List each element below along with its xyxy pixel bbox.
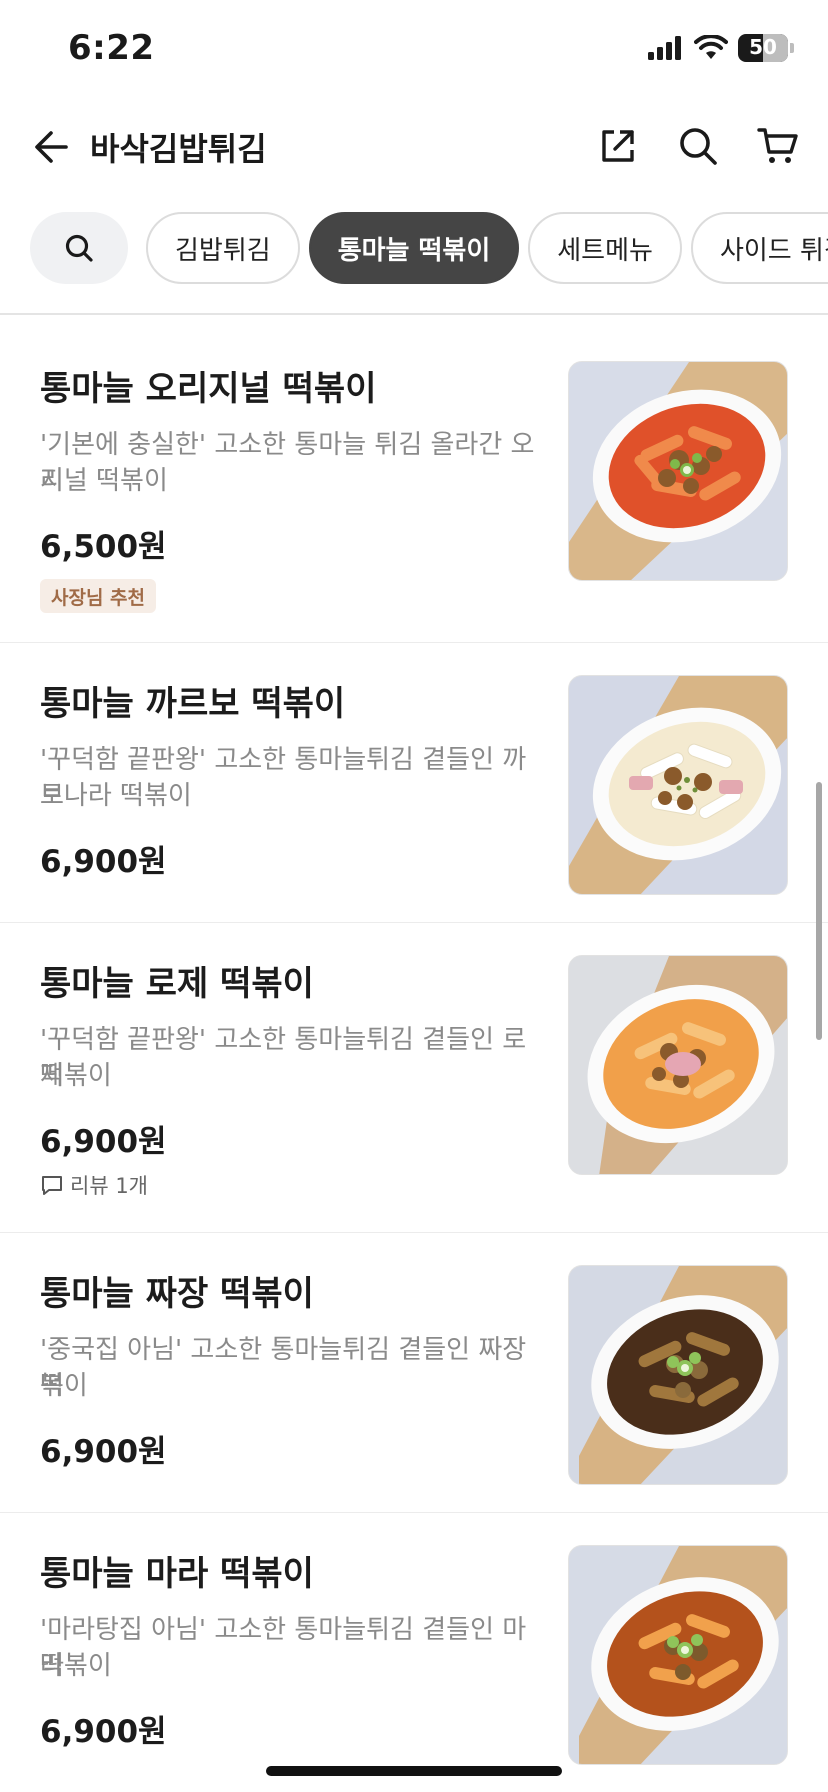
menu-item-price: 6,900원 xyxy=(40,1714,167,1750)
menu-item-photo xyxy=(568,955,788,1175)
scrollbar[interactable] xyxy=(816,782,822,1040)
menu-item-name: 통마늘 짜장 떡볶이 xyxy=(40,1274,314,1314)
menu-item-price: 6,900원 xyxy=(40,1124,167,1160)
search-icon xyxy=(65,234,93,262)
recommend-badge: 사장님 추천 xyxy=(40,579,157,613)
menu-item[interactable]: 통마늘 로제 떡볶이 '꾸덕함 끝판왕' 고소한 통마늘튀김 곁들인 로제 떡볶… xyxy=(0,923,828,1233)
menu-list: 통마늘 오리지널 떡볶이 '기본에 충실한' 고소한 통마늘 튀김 올라간 오리… xyxy=(0,315,828,1792)
category-track: 김밥튀김 통마늘 떡볶이 세트메뉴 사이드 튀김 xyxy=(30,212,828,286)
battery-icon: 50 xyxy=(738,34,788,62)
menu-item[interactable]: 통마늘 까르보 떡볶이 '꾸덕함 끝판왕' 고소한 통마늘튀김 곁들인 까르 보… xyxy=(0,643,828,923)
menu-item-desc-line2: 볶이 xyxy=(40,1371,88,1401)
search-button[interactable] xyxy=(672,120,724,172)
menu-item-photo xyxy=(568,675,788,895)
status-time: 6:22 xyxy=(68,28,155,68)
cellular-signal-icon xyxy=(648,36,681,60)
status-icons: 50 xyxy=(648,34,794,62)
menu-item-name: 통마늘 오리지널 떡볶이 xyxy=(40,369,377,409)
tteokbokki-jjajang-image xyxy=(569,1266,787,1484)
review-count[interactable]: 리뷰 1개 xyxy=(40,1170,148,1200)
menu-item-price: 6,500원 xyxy=(40,529,167,565)
comment-icon xyxy=(42,1176,62,1195)
tab-side-fried[interactable]: 사이드 튀김 xyxy=(690,212,828,284)
wifi-icon xyxy=(694,35,728,59)
battery-level: 50 xyxy=(749,35,777,59)
menu-item-desc-line2: 떡볶이 xyxy=(40,1061,112,1091)
menu-item-name: 통마늘 까르보 떡볶이 xyxy=(40,684,346,724)
menu-item-price: 6,900원 xyxy=(40,1434,167,1470)
menu-item-photo xyxy=(568,1265,788,1485)
tteokbokki-carbonara-image xyxy=(569,676,787,894)
tteokbokki-original-image xyxy=(569,362,787,580)
status-bar: 6:22 50 xyxy=(0,0,828,100)
tteokbokki-rose-image xyxy=(569,956,787,1174)
menu-item-desc-line2: 보나라 떡볶이 xyxy=(40,781,192,811)
menu-item-photo xyxy=(568,361,788,581)
menu-item-photo xyxy=(568,1545,788,1765)
menu-item[interactable]: 통마늘 오리지널 떡볶이 '기본에 충실한' 고소한 통마늘 튀김 올라간 오리… xyxy=(0,315,828,643)
category-tabs: 김밥튀김 통마늘 떡볶이 세트메뉴 사이드 튀김 xyxy=(0,212,828,286)
category-search-button[interactable] xyxy=(30,212,128,284)
share-icon xyxy=(602,130,634,162)
page-title: 바삭김밥튀김 xyxy=(90,130,267,168)
home-indicator[interactable] xyxy=(266,1766,562,1776)
back-button[interactable] xyxy=(26,122,76,172)
cart-button[interactable] xyxy=(752,120,804,172)
review-count-label: 리뷰 1개 xyxy=(70,1174,148,1198)
search-icon xyxy=(680,128,717,165)
menu-item-price: 6,900원 xyxy=(40,844,167,880)
share-button[interactable] xyxy=(592,120,644,172)
app-header: 바삭김밥튀김 xyxy=(0,108,828,184)
menu-item[interactable]: 통마늘 짜장 떡볶이 '중국집 아님' 고소한 통마늘튀김 곁들인 짜장 떡 볶… xyxy=(0,1233,828,1513)
menu-item-desc-line2: 지널 떡볶이 xyxy=(40,466,168,496)
cart-icon xyxy=(757,128,798,163)
menu-item[interactable]: 통마늘 마라 떡볶이 '마라탕집 아님' 고소한 통마늘튀김 곁들인 마라 떡볶… xyxy=(0,1513,828,1792)
tab-kimbap-fried[interactable]: 김밥튀김 xyxy=(146,212,300,284)
menu-item-name: 통마늘 마라 떡볶이 xyxy=(40,1554,314,1594)
tab-set-menu[interactable]: 세트메뉴 xyxy=(528,212,682,284)
tteokbokki-mala-image xyxy=(569,1546,787,1764)
tab-garlic-tteokbokki[interactable]: 통마늘 떡볶이 xyxy=(308,212,520,284)
menu-item-desc-line2: 떡볶이 xyxy=(40,1651,112,1681)
menu-screen: 6:22 50 바삭김밥튀김 김밥튀김 통마늘 떡볶이 세트메뉴 사이드 튀 통… xyxy=(0,0,828,1792)
back-arrow-icon xyxy=(35,131,68,163)
menu-item-name: 통마늘 로제 떡볶이 xyxy=(40,964,314,1004)
